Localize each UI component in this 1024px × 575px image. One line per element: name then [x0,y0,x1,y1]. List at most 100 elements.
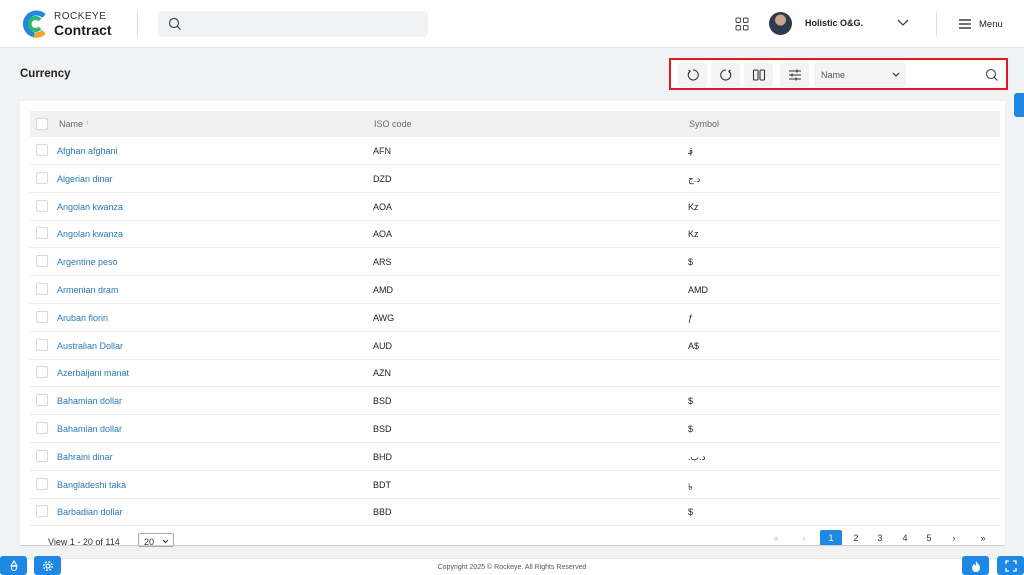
iso-code-cell: BHD [373,451,393,462]
row-checkbox[interactable] [36,449,48,462]
row-checkbox[interactable] [36,144,48,156]
select-all-checkbox[interactable] [36,118,48,130]
currency-name-link[interactable]: Bahamian dollar [57,424,122,434]
filter-field-value: Name [821,70,846,80]
page-4-button[interactable]: 4 [894,530,916,546]
row-checkbox[interactable] [36,338,48,351]
settings-button[interactable] [34,556,61,575]
row-checkbox[interactable] [36,227,48,240]
iso-code-cell: BSD [373,396,392,407]
table-row[interactable]: Bahamian dollar BSD $ [30,415,1000,443]
grid-search-input[interactable] [909,63,1005,87]
table-row[interactable]: Bahraini dinar BHD .د.ب [30,443,1000,471]
currency-name-link[interactable]: Angolan kwanza [57,229,123,239]
page-2-button[interactable]: 2 [845,530,867,546]
column-header-name[interactable]: Name ↑ [59,119,89,129]
row-checkbox[interactable] [36,477,48,490]
top-header: ROCKEYE Contract Holistic O&G. Menu [0,0,1024,48]
currency-name-link[interactable]: Aruban florin [57,313,108,323]
row-checkbox[interactable] [36,255,48,268]
header-divider [936,12,937,36]
row-checkbox[interactable] [36,394,48,407]
global-search-input[interactable] [158,11,428,37]
currency-table: Name ↑ ISO code Symbol Afghan afghani AFN… [20,101,1005,545]
last-page-button[interactable]: » [972,530,994,546]
currency-name-link[interactable]: Bahraini dinar [57,452,113,462]
iso-code-cell: AWG [373,312,395,323]
filter-settings-button[interactable] [780,63,809,87]
table-bottom-divider [20,545,1005,546]
row-checkbox[interactable] [36,505,48,518]
column-header-symbol[interactable]: Symbol [689,119,719,129]
iso-code-cell: BSD [373,424,392,434]
avatar[interactable] [769,12,792,35]
page-footer: Copyright 2025 © Rockeye. All Rights Res… [0,558,1024,575]
table-row[interactable]: Bahamian dollar BSD $ [30,387,1000,416]
prev-page-button[interactable]: ‹ [793,530,815,546]
refresh-icon [719,69,731,81]
row-checkbox[interactable] [36,171,48,184]
symbol-cell: ؋ [688,146,694,156]
row-checkbox[interactable] [36,366,48,379]
currency-name-link[interactable]: Azerbaijani manat [57,368,129,378]
table-row[interactable]: Angolan kwanza AOA Kz [30,220,1000,249]
row-checkbox[interactable] [36,199,48,212]
currency-name-link[interactable]: Bangladeshi taka [57,480,126,490]
apps-grid-icon[interactable] [735,17,749,31]
table-row[interactable]: Angolan kwanza AOA Kz [30,193,1000,221]
page-3-button[interactable]: 3 [869,530,891,546]
iso-code-cell: BBD [373,507,392,518]
currency-name-link[interactable]: Argentine peso [57,257,118,267]
symbol-cell: $ [688,507,694,518]
next-page-button[interactable]: › [943,530,965,546]
gear-icon [42,560,53,571]
grid-toolbar: Name [669,58,1008,90]
currency-name-link[interactable]: Bahamian dollar [57,396,122,406]
page-1-button[interactable]: 1 [820,530,842,546]
user-name[interactable]: Holistic O&G. [805,18,863,28]
fullscreen-button[interactable] [997,556,1024,575]
first-page-button[interactable]: « [765,530,787,546]
currency-name-link[interactable]: Barbadian dollar [57,507,123,517]
table-row[interactable]: Algerian dinar DZD د.ج [30,165,1000,193]
currency-name-link[interactable]: Armenian dram [57,285,119,295]
filter-field-select[interactable]: Name [814,63,906,87]
column-header-iso[interactable]: ISO code [374,119,412,129]
column-header-name-label: Name [59,119,84,129]
page-5-button[interactable]: 5 [918,530,940,546]
columns-button[interactable] [744,63,773,87]
row-checkbox[interactable] [36,310,48,323]
hamburger-icon [959,19,971,29]
flame-icon [971,560,980,572]
menu-button[interactable]: Menu [958,17,1003,31]
currency-name-link[interactable]: Angolan kwanza [57,202,123,212]
reset-button[interactable] [678,63,707,87]
refresh-button[interactable] [711,63,740,87]
symbol-cell: Kz [688,201,699,212]
row-checkbox[interactable] [36,422,48,434]
table-row[interactable]: Azerbaijani manat AZN [30,359,1000,388]
table-row[interactable]: Barbadian dollar BBD $ [30,498,1000,527]
table-row[interactable]: Australian Dollar AUD A$ [30,332,1000,360]
iso-code-cell: AFN [373,146,391,156]
iso-code-cell: AUD [373,340,393,351]
table-header: Name ↑ ISO code Symbol [30,111,1000,137]
table-row[interactable]: Afghan afghani AFN ؋ [30,137,1000,165]
table-row[interactable]: Argentine peso ARS $ [30,248,1000,277]
symbol-cell: $ [688,257,694,268]
iso-code-cell: ARS [373,257,392,268]
symbol-cell: AMD [688,285,708,295]
currency-name-link[interactable]: Australian Dollar [57,341,123,351]
rockeye-logo[interactable] [20,10,48,38]
table-row[interactable]: Aruban florin AWG ƒ [30,304,1000,332]
currency-name-link[interactable]: Afghan afghani [57,146,118,156]
recycle-button[interactable] [0,556,27,575]
fire-button[interactable] [962,556,989,575]
table-row[interactable]: Armenian dram AMD AMD [30,276,1000,304]
chevron-down-icon[interactable] [896,18,910,28]
iso-code-cell: AOA [373,229,393,240]
row-checkbox[interactable] [36,283,48,295]
currency-name-link[interactable]: Algerian dinar [57,174,113,184]
side-panel-tab[interactable] [1014,93,1024,117]
table-row[interactable]: Bangladeshi taka BDT ৳ [30,471,1000,499]
